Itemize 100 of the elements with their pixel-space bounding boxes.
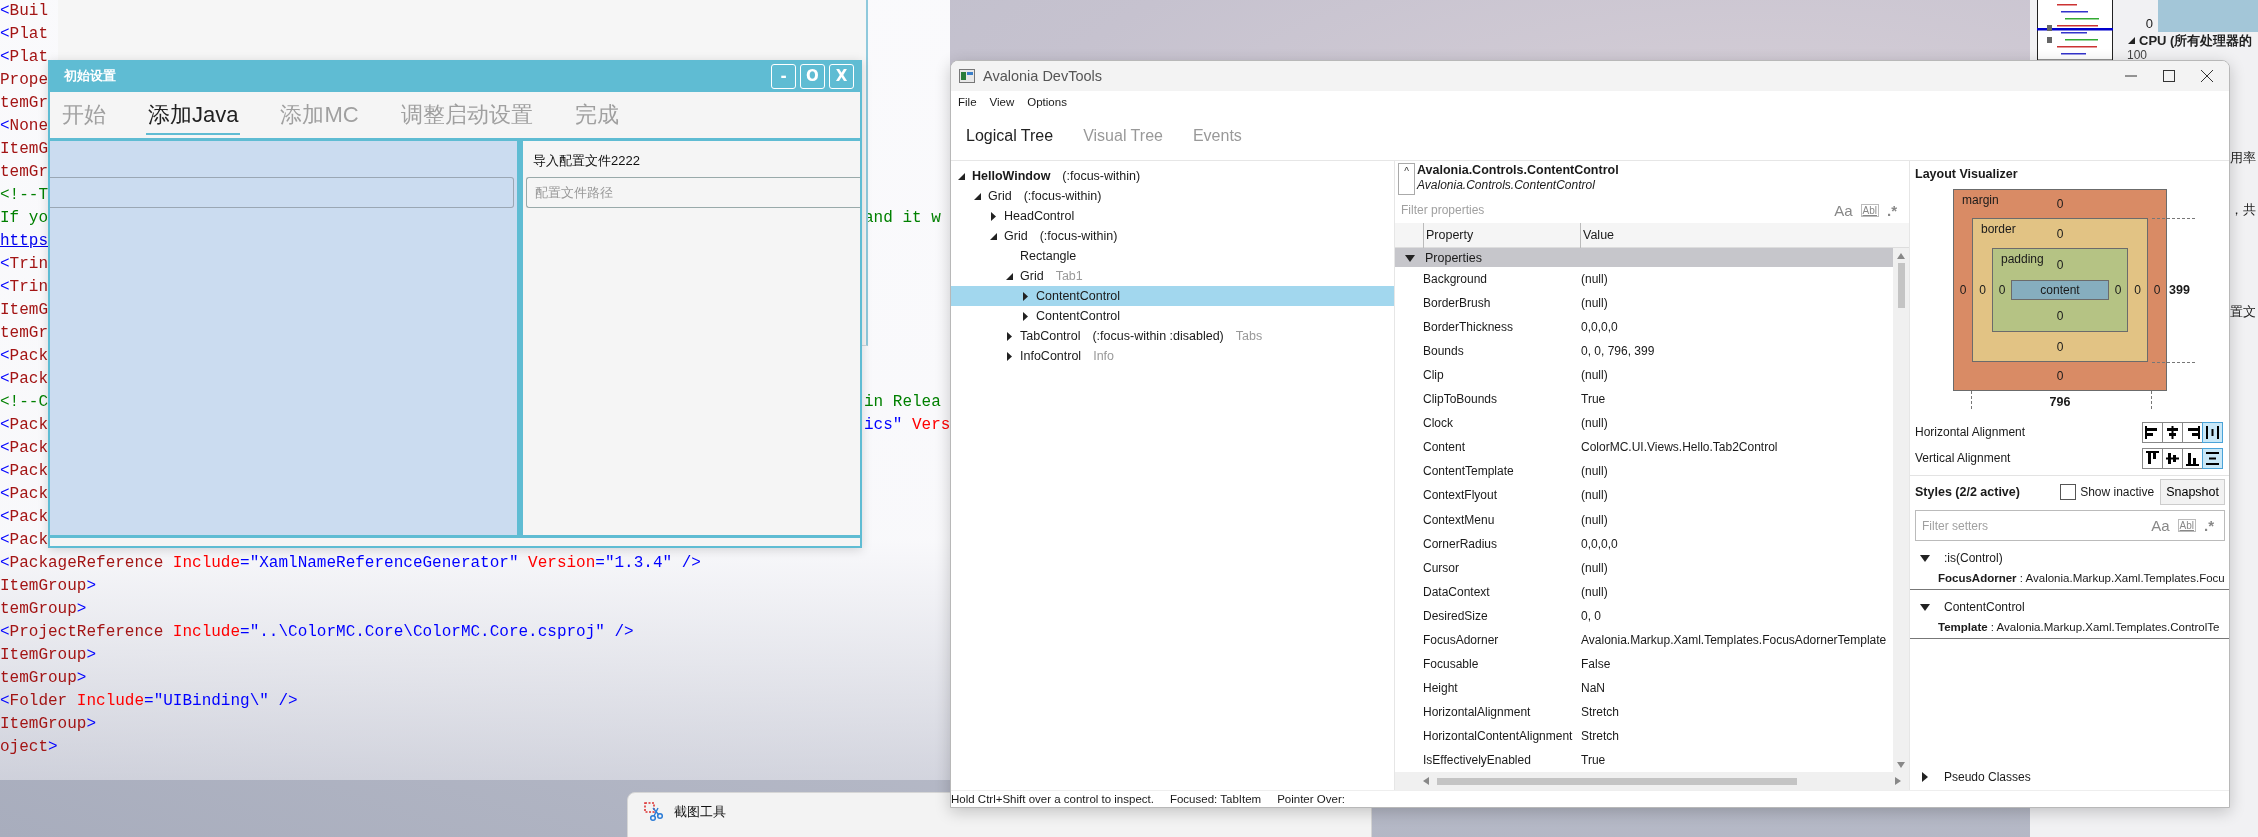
caret-icon[interactable] [1005,351,1014,361]
path-field[interactable]: 配置文件路径 [526,177,860,208]
tab[interactable]: 添加Java [146,95,241,135]
filter-toggle[interactable]: Abl [2177,519,2196,532]
code-line: <ProjectReference Include="..\ColorMC.Core\ColorMC.Core.csproj" /> [0,622,634,643]
menu-item[interactable]: File [958,95,977,108]
code-line: <PackageReference Include="XamlNameReferenceGenerator" Version="1.3.4" /> [0,553,701,574]
scroll-down-icon [1897,762,1905,768]
filter-toggle[interactable]: .* [1887,201,1897,219]
caret-icon[interactable] [973,191,982,201]
group-header[interactable]: Properties [1395,248,1893,268]
property-name: Focusable [1423,656,1480,671]
tree-item[interactable]: ContentControl [951,306,1394,326]
code-line: temGr [0,323,48,344]
alignment-button[interactable] [2202,447,2223,469]
caret-icon[interactable] [1405,252,1415,263]
code-line: temGr [0,162,48,183]
code-line: <Trin [0,254,48,275]
caret-icon[interactable] [989,211,998,221]
width-value: 796 [2049,394,2071,409]
field-label: 导入配置文件2222 [533,152,641,170]
filter-field[interactable]: Filter properties [1401,203,1827,217]
box-value: 0 [2056,197,2064,211]
code-line: <Plat [0,24,48,45]
code-line: <Pack [0,438,48,459]
tree-item[interactable]: Grid (:focus-within) [951,226,1394,246]
property-value: ColorMC.UI.Views.Hello.Tab2Control [1581,440,1779,455]
scroll-thumb[interactable] [1897,263,1905,308]
scrollbar[interactable] [1893,248,1909,772]
property-name: Cursor [1423,560,1460,575]
code-line: ItemGroup> [0,576,97,597]
box-label: border [1980,221,2017,236]
section-title: CPU (所有处理器的 [2139,31,2253,50]
code-line: <!--C [0,392,48,413]
code-line: ics" Vers [864,415,951,436]
property-name: IsEffectivelyEnabled [1423,753,1532,767]
filter-field[interactable]: Filter setters Aa Abl .* [1915,510,2225,541]
property-name: Clip [1423,368,1445,383]
property-name: FocusAdorner [1423,632,1500,647]
property-value: 0, 0, 796, 399 [1581,344,1656,359]
filter-toggle[interactable]: Abl [1860,203,1879,217]
setter-line: FocusAdorner : Avalonia.Markup.Xaml.Templates.Focu [1937,571,2225,586]
scrollbar[interactable] [1395,772,1909,790]
box-value: 0 [2056,308,2064,323]
code-line: temGr [0,93,48,114]
caret-icon[interactable] [1021,291,1030,301]
close-icon[interactable] [2201,70,2213,82]
menu-item[interactable]: Options [1027,95,1067,108]
property-name: CornerRadius [1423,536,1499,551]
filter-toggle[interactable]: Aa [2151,517,2170,534]
scissors-icon [644,802,664,822]
scroll-thumb[interactable] [1437,777,1797,785]
alignment-button[interactable] [2162,447,2183,469]
alignment-button[interactable] [2202,421,2223,443]
checkbox[interactable] [2060,484,2077,500]
collapse-button[interactable]: ^ [1398,163,1415,195]
tree-item[interactable]: Grid (:focus-within) [951,186,1394,206]
caret-icon[interactable] [1920,553,1930,563]
alignment-button[interactable] [2142,447,2163,469]
property-name: Background [1423,272,1489,287]
tree-item[interactable]: TabControl (:focus-within :disabled) Tabs [951,326,1394,346]
input-field[interactable] [50,177,514,208]
alignment-button[interactable] [2182,421,2203,443]
alignment-button[interactable] [2142,421,2163,443]
caret-icon[interactable] [989,231,998,241]
property-name: ContextFlyout [1423,488,1499,503]
tree-item[interactable]: Grid Tab1 [951,266,1394,286]
caret-icon[interactable] [1021,311,1030,321]
caret-icon[interactable] [1920,602,1930,612]
caret-icon[interactable] [1005,271,1014,281]
tree-item[interactable]: HeadControl [951,206,1394,226]
tree-item[interactable]: Rectangle [951,246,1394,266]
alignment-button[interactable] [2162,421,2183,443]
property-name: DesiredSize [1423,608,1489,623]
filter-toggle[interactable]: .* [2204,517,2214,534]
maximize-icon[interactable] [2163,70,2175,82]
property-name: Content [1423,440,1467,455]
caret-icon[interactable] [957,171,966,181]
property-value: (null) [1581,272,1609,287]
tab[interactable]: Logical Tree [966,127,1054,145]
tree-item[interactable]: HelloWindow (:focus-within) [951,166,1394,186]
box-value: 0 [1979,283,1986,297]
tree-item[interactable]: InfoControl Info [951,346,1394,366]
property-value: (null) [1581,584,1609,599]
tree-item[interactable]: ContentControl [951,286,1394,306]
code-line: in Relea [864,392,941,413]
code-line: ItemG [0,300,48,321]
window-title: Avalonia DevTools [983,68,1104,84]
property-value: (null) [1581,560,1609,575]
code-line: oject> [0,737,58,758]
caret-icon[interactable] [1920,772,1930,782]
property-value: True [1581,392,1607,407]
caret-icon[interactable] [2127,36,2136,45]
caret-icon[interactable] [1005,331,1014,341]
alignment-button[interactable] [2182,447,2203,469]
snapshot-button[interactable]: Snapshot [2160,479,2225,505]
property-name: HorizontalAlignment [1423,704,1532,719]
filter-toggle[interactable]: Aa [1834,201,1853,219]
menu-item[interactable]: View [989,95,1015,108]
section-title: Styles (2/2 active) [1915,485,2021,499]
